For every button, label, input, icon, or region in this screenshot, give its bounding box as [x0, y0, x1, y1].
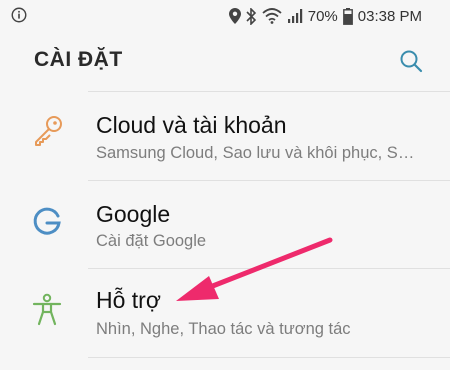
- signal-icon: [287, 9, 302, 23]
- settings-header: CÀI ĐẶT: [0, 32, 450, 90]
- settings-item-cloud-accounts[interactable]: Cloud và tài khoản Samsung Cloud, Sao lư…: [0, 92, 450, 180]
- location-icon: [228, 8, 241, 24]
- bluetooth-icon: [246, 7, 256, 25]
- google-icon: [33, 207, 61, 235]
- battery-icon: [342, 7, 353, 25]
- wifi-icon: [262, 8, 282, 24]
- info-icon: [11, 7, 27, 23]
- battery-percent: 70%: [307, 7, 338, 25]
- status-bar: 70% 03:38 PM: [0, 0, 450, 32]
- search-icon[interactable]: [398, 48, 424, 74]
- accessibility-icon: [32, 293, 62, 326]
- item-subtitle: Samsung Cloud, Sao lưu và khôi phục, Sma…: [96, 144, 416, 162]
- page-title: CÀI ĐẶT: [34, 48, 123, 71]
- item-title: Google: [96, 201, 171, 227]
- item-subtitle: Nhìn, Nghe, Thao tác và tương tác: [96, 320, 351, 338]
- divider: [88, 357, 450, 358]
- item-subtitle: Cài đặt Google: [96, 232, 207, 250]
- item-title: Cloud và tài khoản: [96, 112, 287, 138]
- settings-item-google[interactable]: Google Cài đặt Google: [0, 181, 450, 269]
- status-icons: 70% 03:38 PM: [228, 5, 422, 27]
- clock: 03:38 PM: [357, 7, 422, 25]
- settings-item-accessibility[interactable]: Hỗ trợ Nhìn, Nghe, Thao tác và tương tác: [0, 269, 450, 357]
- item-title: Hỗ trợ: [96, 287, 161, 313]
- key-icon: [35, 116, 62, 146]
